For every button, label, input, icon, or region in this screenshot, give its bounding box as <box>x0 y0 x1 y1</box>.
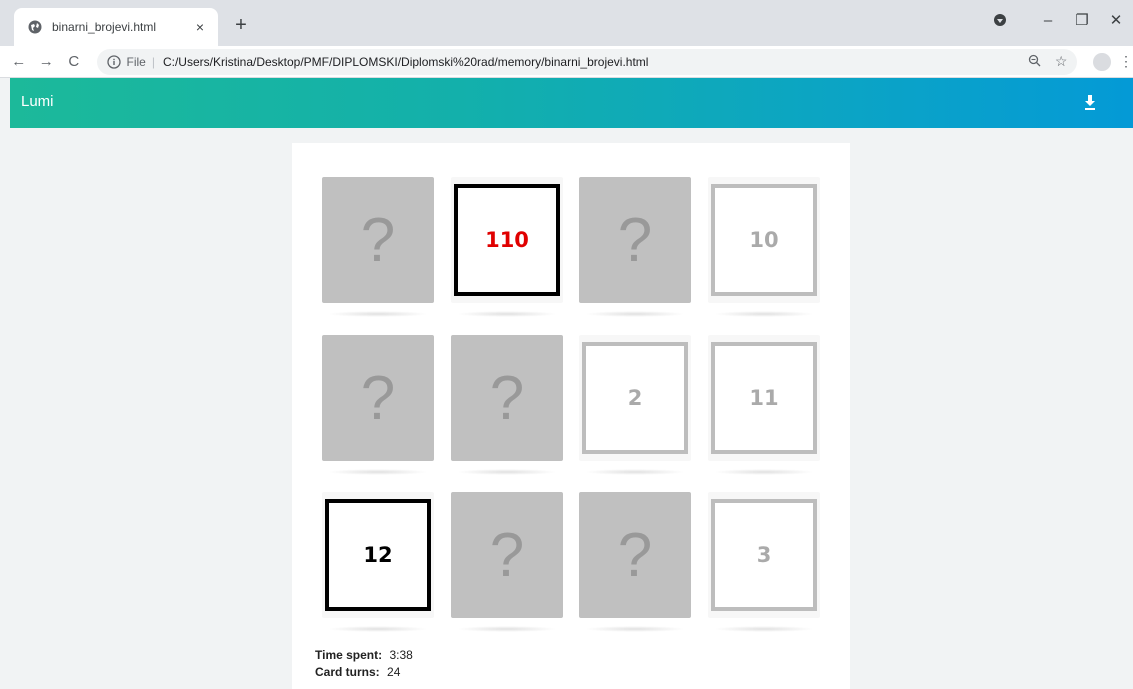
url-scheme: File <box>126 54 146 69</box>
card-face: 11 <box>708 335 820 461</box>
time-spent-row: Time spent: 3:38 <box>315 647 413 664</box>
memory-card[interactable]: ? <box>579 492 691 632</box>
url-separator: | <box>151 54 155 69</box>
card-face: 3 <box>708 492 820 618</box>
globe-icon <box>28 20 42 34</box>
card-value: 11 <box>749 386 779 410</box>
card-shadow <box>585 626 685 632</box>
card-back: ? <box>322 177 434 303</box>
card-shadow <box>457 469 557 475</box>
forward-arrow-icon[interactable]: → <box>34 49 60 75</box>
memory-card[interactable]: 3 <box>708 492 820 632</box>
memory-card[interactable]: ? <box>579 177 691 317</box>
card-face: 10 <box>708 177 820 303</box>
memory-card[interactable]: ? <box>451 492 563 632</box>
card-value: 3 <box>756 543 772 567</box>
card-turns-row: Card turns: 24 <box>315 664 413 681</box>
question-mark: ? <box>360 363 396 433</box>
card-face: 2 <box>579 335 691 461</box>
card-face: 12 <box>322 492 434 618</box>
question-mark: ? <box>617 520 653 590</box>
app-header: Lumi <box>10 78 1133 128</box>
card-value: 2 <box>627 386 643 410</box>
browser-toolbar: ← → C File | C:/Users/Kristina/Desktop/P… <box>0 46 1133 78</box>
memory-card[interactable]: 12 <box>322 492 434 632</box>
url-text[interactable]: C:/Users/Kristina/Desktop/PMF/DIPLOMSKI/… <box>163 55 1028 69</box>
card-face: 110 <box>451 177 563 303</box>
reload-icon[interactable]: C <box>61 49 87 75</box>
question-mark: ? <box>617 205 653 275</box>
card-shadow <box>328 469 428 475</box>
card-back: ? <box>451 492 563 618</box>
download-icon[interactable] <box>1083 93 1097 111</box>
new-tab-button[interactable]: + <box>228 12 254 38</box>
card-shadow <box>714 469 814 475</box>
minimize-button[interactable]: – <box>1031 12 1065 29</box>
browser-tabstrip: binarni_brojevi.html × + – ❐ ✕ <box>0 0 1133 46</box>
card-back: ? <box>579 177 691 303</box>
question-mark: ? <box>489 520 525 590</box>
card-shadow <box>457 311 557 317</box>
card-turns-label: Card turns: <box>315 665 380 679</box>
card-shadow <box>585 469 685 475</box>
memory-card[interactable]: ? <box>322 335 434 475</box>
memory-card[interactable]: 110 <box>451 177 563 317</box>
game-stats: Time spent: 3:38 Card turns: 24 <box>315 647 413 681</box>
card-turns-value: 24 <box>387 665 401 679</box>
menu-kebab-icon[interactable]: ⋮ <box>1119 53 1133 70</box>
restore-button[interactable]: ❐ <box>1065 11 1099 29</box>
time-spent-label: Time spent: <box>315 648 383 662</box>
card-shadow <box>328 311 428 317</box>
close-tab-icon[interactable]: × <box>192 19 208 35</box>
card-shadow <box>714 626 814 632</box>
tab-title: binarni_brojevi.html <box>52 20 157 34</box>
card-back: ? <box>451 335 563 461</box>
card-value: 110 <box>485 228 529 252</box>
address-bar[interactable]: File | C:/Users/Kristina/Desktop/PMF/DIP… <box>96 48 1078 75</box>
question-mark: ? <box>360 205 396 275</box>
card-value: 10 <box>749 228 779 252</box>
card-shadow <box>714 311 814 317</box>
memory-card[interactable]: 11 <box>708 335 820 475</box>
question-mark: ? <box>489 363 525 433</box>
memory-card[interactable]: ? <box>322 177 434 317</box>
extension-icon[interactable] <box>993 13 1007 27</box>
card-shadow <box>328 626 428 632</box>
memory-card[interactable]: 10 <box>708 177 820 317</box>
browser-tab[interactable]: binarni_brojevi.html × <box>14 8 218 46</box>
zoom-icon[interactable] <box>1028 54 1041 70</box>
close-window-button[interactable]: ✕ <box>1099 11 1133 29</box>
memory-card[interactable]: ? <box>451 335 563 475</box>
memory-card[interactable]: 2 <box>579 335 691 475</box>
back-arrow-icon[interactable]: ← <box>6 49 32 75</box>
card-back: ? <box>579 492 691 618</box>
card-shadow <box>585 311 685 317</box>
info-icon[interactable] <box>106 54 121 69</box>
window-controls: – ❐ ✕ <box>993 0 1133 40</box>
card-shadow <box>457 626 557 632</box>
profile-avatar[interactable] <box>1093 52 1112 71</box>
app-title: Lumi <box>21 93 54 110</box>
card-back: ? <box>322 335 434 461</box>
card-value: 12 <box>363 543 393 567</box>
time-spent-value: 3:38 <box>389 648 413 662</box>
bookmark-star-icon[interactable]: ☆ <box>1055 53 1068 70</box>
